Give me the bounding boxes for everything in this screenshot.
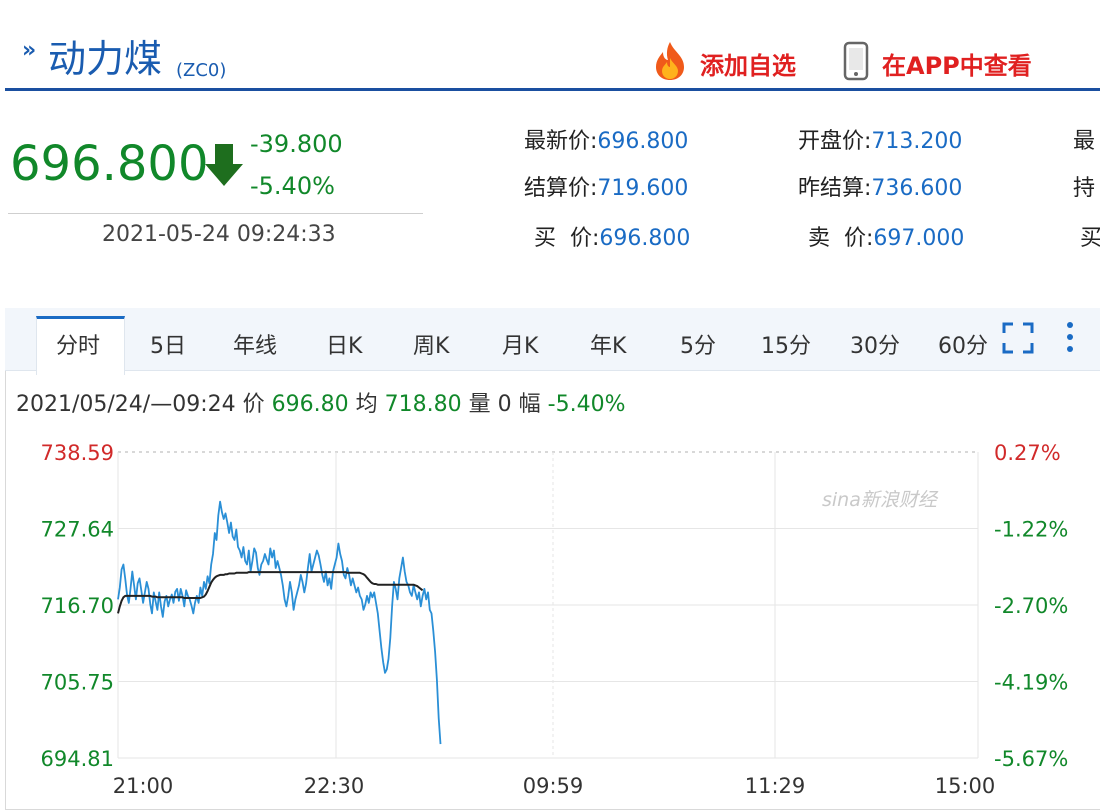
y-left-tick-label: 694.81	[41, 747, 114, 771]
tab-30min[interactable]: 30分	[850, 328, 900, 360]
field-bid-price: 买 价:696.800	[534, 220, 690, 252]
tab-weekly-k[interactable]: 周K	[413, 328, 449, 360]
field-label: 昨结算:	[798, 176, 872, 201]
y-left-tick-label: 738.59	[41, 441, 114, 465]
field-prev-settle: 昨结算:736.600	[798, 170, 962, 202]
sina-watermark: sina新浪财经	[822, 489, 939, 511]
price-change: -39.800	[250, 130, 343, 158]
field-label: 结算价:	[524, 176, 598, 201]
info-amplitude: -5.40%	[547, 392, 626, 417]
instrument-code: (ZC0)	[176, 60, 227, 81]
y-right-tick-label: -1.22%	[994, 518, 1068, 542]
price-change-percent: -5.40%	[250, 172, 335, 200]
x-tick-label: 22:30	[304, 774, 365, 798]
info-volume-label: 量	[468, 392, 491, 417]
tab-daily-k[interactable]: 日K	[326, 328, 362, 360]
chart-series	[117, 500, 442, 745]
field-high-price: 最	[1073, 123, 1095, 155]
field-label: 买	[1080, 226, 1100, 251]
x-tick-label: 09:59	[523, 774, 584, 798]
field-bid-volume: 买	[1080, 220, 1100, 252]
fire-icon[interactable]	[648, 40, 692, 82]
info-volume: 0	[497, 392, 512, 417]
y-right-tick-label: -2.70%	[994, 594, 1068, 618]
field-value: 696.800	[597, 129, 689, 154]
field-label: 开盘价:	[798, 129, 872, 154]
tab-yearly-k[interactable]: 年K	[590, 328, 626, 360]
info-amplitude-label: 幅	[518, 392, 541, 417]
field-label: 最新价:	[524, 129, 598, 154]
field-open-interest: 持	[1073, 170, 1095, 202]
field-label: 持	[1073, 176, 1096, 201]
info-datetime: 2021/05/24/—09:24	[16, 392, 236, 417]
crosshair-info: 2021/05/24/—09:24 价 696.80 均 718.80 量 0 …	[16, 386, 625, 418]
y-left-tick-label: 727.64	[41, 518, 114, 542]
field-value: 713.200	[871, 129, 963, 154]
y-left-tick-label: 716.70	[41, 594, 114, 618]
header-divider	[5, 88, 1100, 91]
info-price: 696.80	[271, 392, 349, 417]
page-title: 动力煤	[48, 37, 163, 81]
quote-timestamp: 2021-05-24 09:24:33	[102, 222, 336, 247]
field-value: 697.000	[873, 226, 965, 251]
field-settle-price: 结算价:719.600	[524, 170, 688, 202]
phone-icon[interactable]	[843, 41, 869, 81]
tab-60min[interactable]: 60分	[938, 328, 988, 360]
x-tick-label: 21:00	[113, 774, 174, 798]
field-value: 696.800	[599, 226, 691, 251]
down-arrow-icon	[205, 144, 243, 186]
fullscreen-icon[interactable]	[1002, 322, 1034, 354]
field-label: 最	[1073, 129, 1096, 154]
price-series-line	[117, 500, 442, 745]
tab-monthly-k[interactable]: 月K	[502, 328, 538, 360]
field-label: 买 价:	[534, 226, 600, 251]
y-left-tick-label: 705.75	[41, 671, 114, 695]
tab-year-line[interactable]: 年线	[233, 328, 277, 360]
add-watchlist-button[interactable]: 添加自选	[700, 46, 796, 81]
x-tick-label: 11:29	[745, 774, 806, 798]
field-value: 736.600	[871, 176, 963, 201]
x-tick-label: 15:00	[935, 774, 996, 798]
info-price-label: 价	[242, 392, 265, 417]
more-options-icon[interactable]	[1062, 320, 1078, 354]
y-right-tick-label: 0.27%	[994, 441, 1061, 465]
field-open-price: 开盘价:713.200	[798, 123, 962, 155]
tab-5day[interactable]: 5日	[150, 328, 186, 360]
field-ask-price: 卖 价:697.000	[808, 220, 964, 252]
view-in-app-button[interactable]: 在APP中查看	[882, 46, 1032, 81]
tab-15min[interactable]: 15分	[761, 328, 811, 360]
field-last-price: 最新价:696.800	[524, 123, 688, 155]
last-price: 696.800	[10, 136, 209, 192]
title-arrows-icon: »	[22, 38, 36, 63]
quote-divider	[8, 213, 423, 214]
info-avg-label: 均	[355, 392, 378, 417]
intraday-chart[interactable]: 738.59 727.64 716.70 705.75 694.81 0.27% -1.22…	[0, 430, 1100, 804]
field-value: 719.600	[597, 176, 689, 201]
tab-intraday[interactable]: 分时	[56, 328, 100, 360]
y-right-tick-label: -5.67%	[994, 747, 1068, 771]
field-label: 卖 价:	[808, 226, 874, 251]
tab-5min[interactable]: 5分	[680, 328, 716, 360]
info-avg: 718.80	[384, 392, 462, 417]
y-right-tick-label: -4.19%	[994, 671, 1068, 695]
